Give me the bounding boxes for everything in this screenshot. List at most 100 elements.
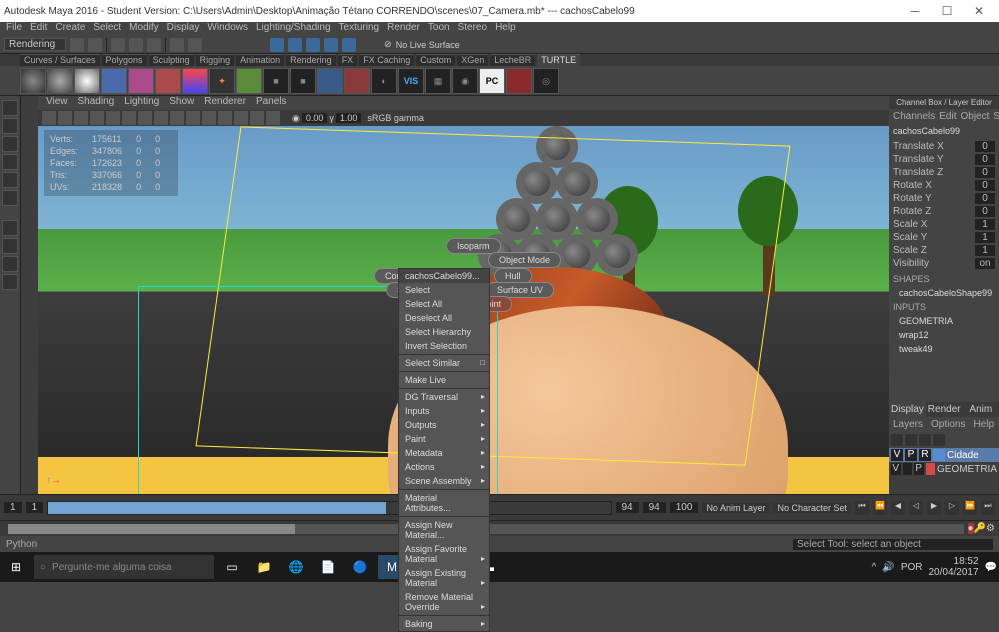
vp-tool-icon[interactable] <box>154 111 168 125</box>
display-tab[interactable]: Display <box>889 402 926 417</box>
minimize-button[interactable]: ─ <box>899 4 931 18</box>
vp-menu-item[interactable]: Shading <box>78 96 115 110</box>
vp-tool-icon[interactable] <box>234 111 248 125</box>
system-tray[interactable]: ^ 🔊 POR 18:52 20/04/2017 💬 <box>872 556 997 578</box>
tray-lang[interactable]: POR <box>901 562 923 573</box>
channel-attr[interactable]: Translate Y0 <box>893 153 995 166</box>
snap-icon[interactable] <box>306 38 320 52</box>
menu-create[interactable]: Create <box>55 22 85 36</box>
ctx-item[interactable]: Assign New Material... <box>399 518 489 542</box>
scale-tool[interactable] <box>2 190 18 206</box>
vp-tool-icon[interactable] <box>42 111 56 125</box>
layer-menu-item[interactable]: Help <box>973 419 994 430</box>
redo-icon[interactable] <box>188 38 202 52</box>
start-button[interactable]: ⊞ <box>2 555 30 579</box>
shelf-button[interactable] <box>155 68 181 94</box>
shelf-button[interactable] <box>236 68 262 94</box>
tray-date[interactable]: 20/04/2017 <box>928 567 978 578</box>
shelf-tab[interactable]: TURTLE <box>537 54 580 66</box>
input-node[interactable]: tweak49 <box>889 342 999 356</box>
shelf-tab[interactable]: Custom <box>416 54 455 66</box>
layer-button[interactable] <box>891 434 903 446</box>
time-track[interactable] <box>47 501 611 515</box>
marking-object-mode[interactable]: Object Mode <box>488 252 561 268</box>
display-layer[interactable]: VPRCidade <box>889 448 999 462</box>
workspace-dropdown[interactable]: Rendering <box>4 38 66 51</box>
shelf-button[interactable]: ▦ <box>425 68 451 94</box>
menu-toon[interactable]: Toon <box>428 22 450 36</box>
ctx-select-similar[interactable]: Select Similar <box>399 356 489 370</box>
vp-tool-icon[interactable] <box>74 111 88 125</box>
vp-tool-icon[interactable] <box>186 111 200 125</box>
play-back-button[interactable]: ◁ <box>909 501 923 515</box>
ctx-item[interactable]: DG Traversal <box>399 390 489 404</box>
layout-button[interactable] <box>2 238 18 254</box>
ctx-make-live[interactable]: Make Live <box>399 373 489 387</box>
undo-icon[interactable] <box>170 38 184 52</box>
shelf-tab[interactable]: XGen <box>457 54 488 66</box>
menu-render[interactable]: Render <box>387 22 420 36</box>
fast-fwd-button[interactable]: ⏭ <box>981 501 995 515</box>
display-tab[interactable]: Anim <box>963 402 999 417</box>
layer-menu-item[interactable]: Layers <box>893 419 923 430</box>
channel-attr[interactable]: Rotate Y0 <box>893 192 995 205</box>
vp-tool-icon[interactable] <box>106 111 120 125</box>
tray-icon[interactable]: ^ <box>872 562 877 573</box>
vp-tool-icon[interactable] <box>218 111 232 125</box>
input-node[interactable]: wrap12 <box>889 328 999 342</box>
taskbar-app[interactable]: 📄 <box>314 555 342 579</box>
channel-attr[interactable]: Rotate Z0 <box>893 205 995 218</box>
channel-attr[interactable]: Scale Y1 <box>893 231 995 244</box>
layout-button[interactable] <box>2 220 18 236</box>
play-button[interactable]: ▶ <box>927 501 941 515</box>
vp-tool-icon[interactable] <box>122 111 136 125</box>
channel-tab[interactable]: Object <box>961 111 990 122</box>
ctx-item[interactable]: Scene Assembly <box>399 474 489 488</box>
notifications-button[interactable]: 💬 <box>985 562 997 573</box>
snap-icon[interactable] <box>270 38 284 52</box>
range-end[interactable]: 100 <box>670 502 699 513</box>
shelf-button[interactable] <box>20 68 46 94</box>
node-name[interactable]: cachosCabelo99 <box>889 124 999 138</box>
task-view-button[interactable]: ▭ <box>218 555 246 579</box>
ctx-item[interactable]: Metadata <box>399 446 489 460</box>
menu-edit[interactable]: Edit <box>30 22 47 36</box>
shelf-button[interactable]: ◐ <box>371 68 397 94</box>
time-slider[interactable]: 1 1 94 94 100 No Anim Layer No Character… <box>0 494 999 520</box>
snap-icon[interactable] <box>342 38 356 52</box>
shelf-button[interactable]: VIS <box>398 68 424 94</box>
vp-tool-icon[interactable] <box>58 111 72 125</box>
input-node[interactable]: GEOMETRIA <box>889 314 999 328</box>
color-space-dropdown[interactable]: sRGB gamma <box>363 113 438 123</box>
shelf-button[interactable] <box>506 68 532 94</box>
ctx-item[interactable]: Select Hierarchy <box>399 325 489 339</box>
shelf-tab[interactable]: Polygons <box>102 54 147 66</box>
ctx-item[interactable]: Outputs <box>399 418 489 432</box>
ctx-baking[interactable]: Baking <box>399 617 489 631</box>
rotate-tool[interactable] <box>2 172 18 188</box>
open-scene-icon[interactable] <box>129 38 143 52</box>
select-tool[interactable] <box>2 100 18 116</box>
shelf-button[interactable]: ■ <box>263 68 289 94</box>
ctx-material-attributes[interactable]: Material Attributes... <box>399 491 489 515</box>
snap-icon[interactable] <box>288 38 302 52</box>
step-back-button[interactable]: ⏪ <box>873 501 887 515</box>
menu-help[interactable]: Help <box>495 22 516 36</box>
taskbar-app[interactable]: 🔵 <box>346 555 374 579</box>
taskbar-app[interactable]: 📁 <box>250 555 278 579</box>
shelf-button[interactable]: ■ <box>290 68 316 94</box>
layout-button[interactable] <box>2 256 18 272</box>
vp-tool-icon[interactable] <box>138 111 152 125</box>
channel-attr[interactable]: Rotate X0 <box>893 179 995 192</box>
shelf-tab[interactable]: Rendering <box>286 54 336 66</box>
shelf-button[interactable]: ◎ <box>533 68 559 94</box>
shape-node[interactable]: cachosCabeloShape99 <box>889 286 999 300</box>
channel-tab[interactable]: Channels <box>893 111 935 122</box>
channel-attr[interactable]: Translate X0 <box>893 140 995 153</box>
range-start[interactable]: 1 <box>4 502 22 513</box>
toolbar-icon[interactable] <box>70 38 84 52</box>
vp-menu-item[interactable]: Renderer <box>204 96 246 110</box>
menu-select[interactable]: Select <box>93 22 121 36</box>
vp-tool-icon[interactable] <box>170 111 184 125</box>
toolbar-icon[interactable] <box>88 38 102 52</box>
